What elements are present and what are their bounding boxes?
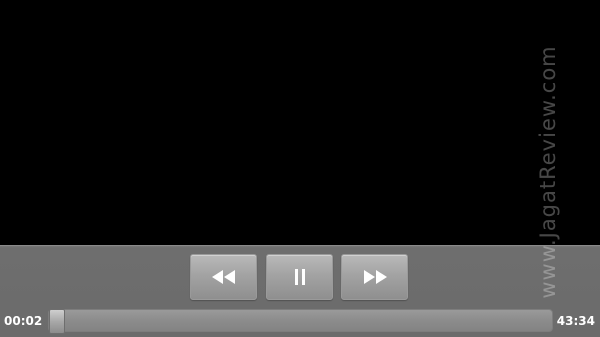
- rewind-button[interactable]: [190, 254, 257, 300]
- video-surface[interactable]: [0, 0, 600, 245]
- seek-thumb[interactable]: [49, 309, 66, 334]
- fast-forward-button[interactable]: [341, 254, 408, 300]
- seek-bar[interactable]: [48, 309, 553, 334]
- video-player: 00:02 43:34 www.JagatReview.com: [0, 0, 600, 337]
- pause-button[interactable]: [266, 254, 333, 300]
- rewind-icon: [211, 269, 237, 285]
- pause-icon: [293, 268, 307, 286]
- fast-forward-icon: [362, 269, 388, 285]
- total-time: 43:34: [556, 314, 595, 328]
- playback-controls: 00:02 43:34: [0, 245, 600, 337]
- current-time: 00:02: [4, 314, 43, 328]
